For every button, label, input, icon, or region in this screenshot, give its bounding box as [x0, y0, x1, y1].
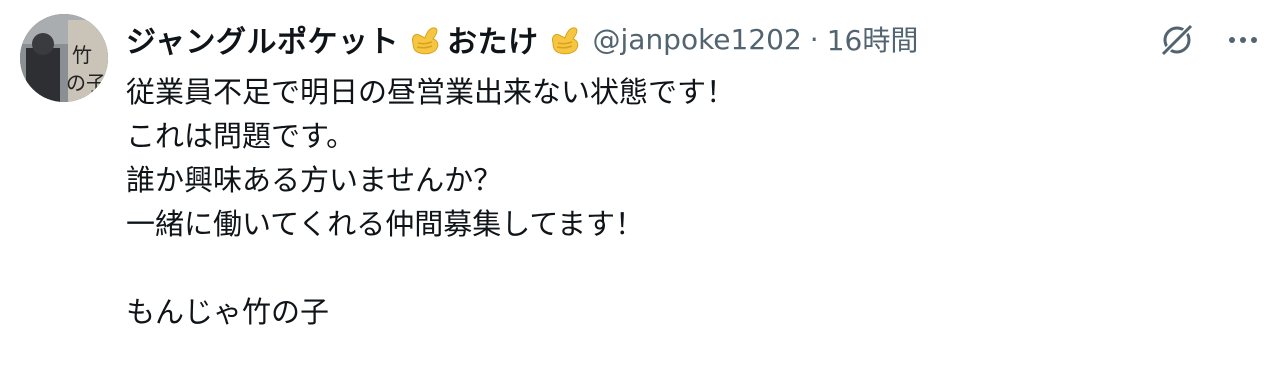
tweet-text-line-blank	[126, 246, 735, 290]
call-me-hand-emoji-icon	[545, 19, 585, 59]
separator-dot: ·	[809, 22, 819, 56]
tweet-text-line: これは問題です。	[126, 119, 356, 153]
tweet-header: ジャングルポケット おたけ @janpoke1202 · 16時間	[126, 14, 918, 64]
more-horizontal-icon	[1229, 37, 1257, 43]
avatar-image: 竹 の子	[20, 14, 108, 102]
tweet-actions	[1155, 18, 1265, 62]
timestamp[interactable]: 16時間	[827, 19, 919, 59]
tweet-text-line: 誰か興味ある方いませんか？	[126, 163, 503, 197]
tweet-text: 従業員不足で明日の昼営業出来ない状態です！ これは問題です。 誰か興味ある方いま…	[126, 70, 735, 334]
avatar[interactable]: 竹 の子	[20, 14, 108, 102]
tweet[interactable]: 竹 の子 ジャングルポケット おたけ @janpoke1202 · 16時間 従…	[0, 0, 1283, 368]
call-me-hand-emoji-icon	[405, 19, 445, 59]
tweet-text-line: 一緒に働いてくれる仲間募集してます！	[126, 207, 644, 241]
tweet-text-line: もんじゃ竹の子	[126, 295, 330, 329]
grok-button[interactable]	[1155, 18, 1199, 62]
more-button[interactable]	[1221, 18, 1265, 62]
tweet-text-line: 従業員不足で明日の昼営業出来ない状態です！	[126, 75, 736, 109]
display-name-part1[interactable]: ジャングルポケット	[126, 17, 399, 61]
grok-icon	[1160, 23, 1194, 57]
svg-text:竹: 竹	[72, 43, 92, 67]
display-name-part2[interactable]: おたけ	[447, 17, 539, 61]
user-handle[interactable]: @janpoke1202	[593, 23, 802, 56]
svg-text:の子: の子	[66, 71, 106, 95]
